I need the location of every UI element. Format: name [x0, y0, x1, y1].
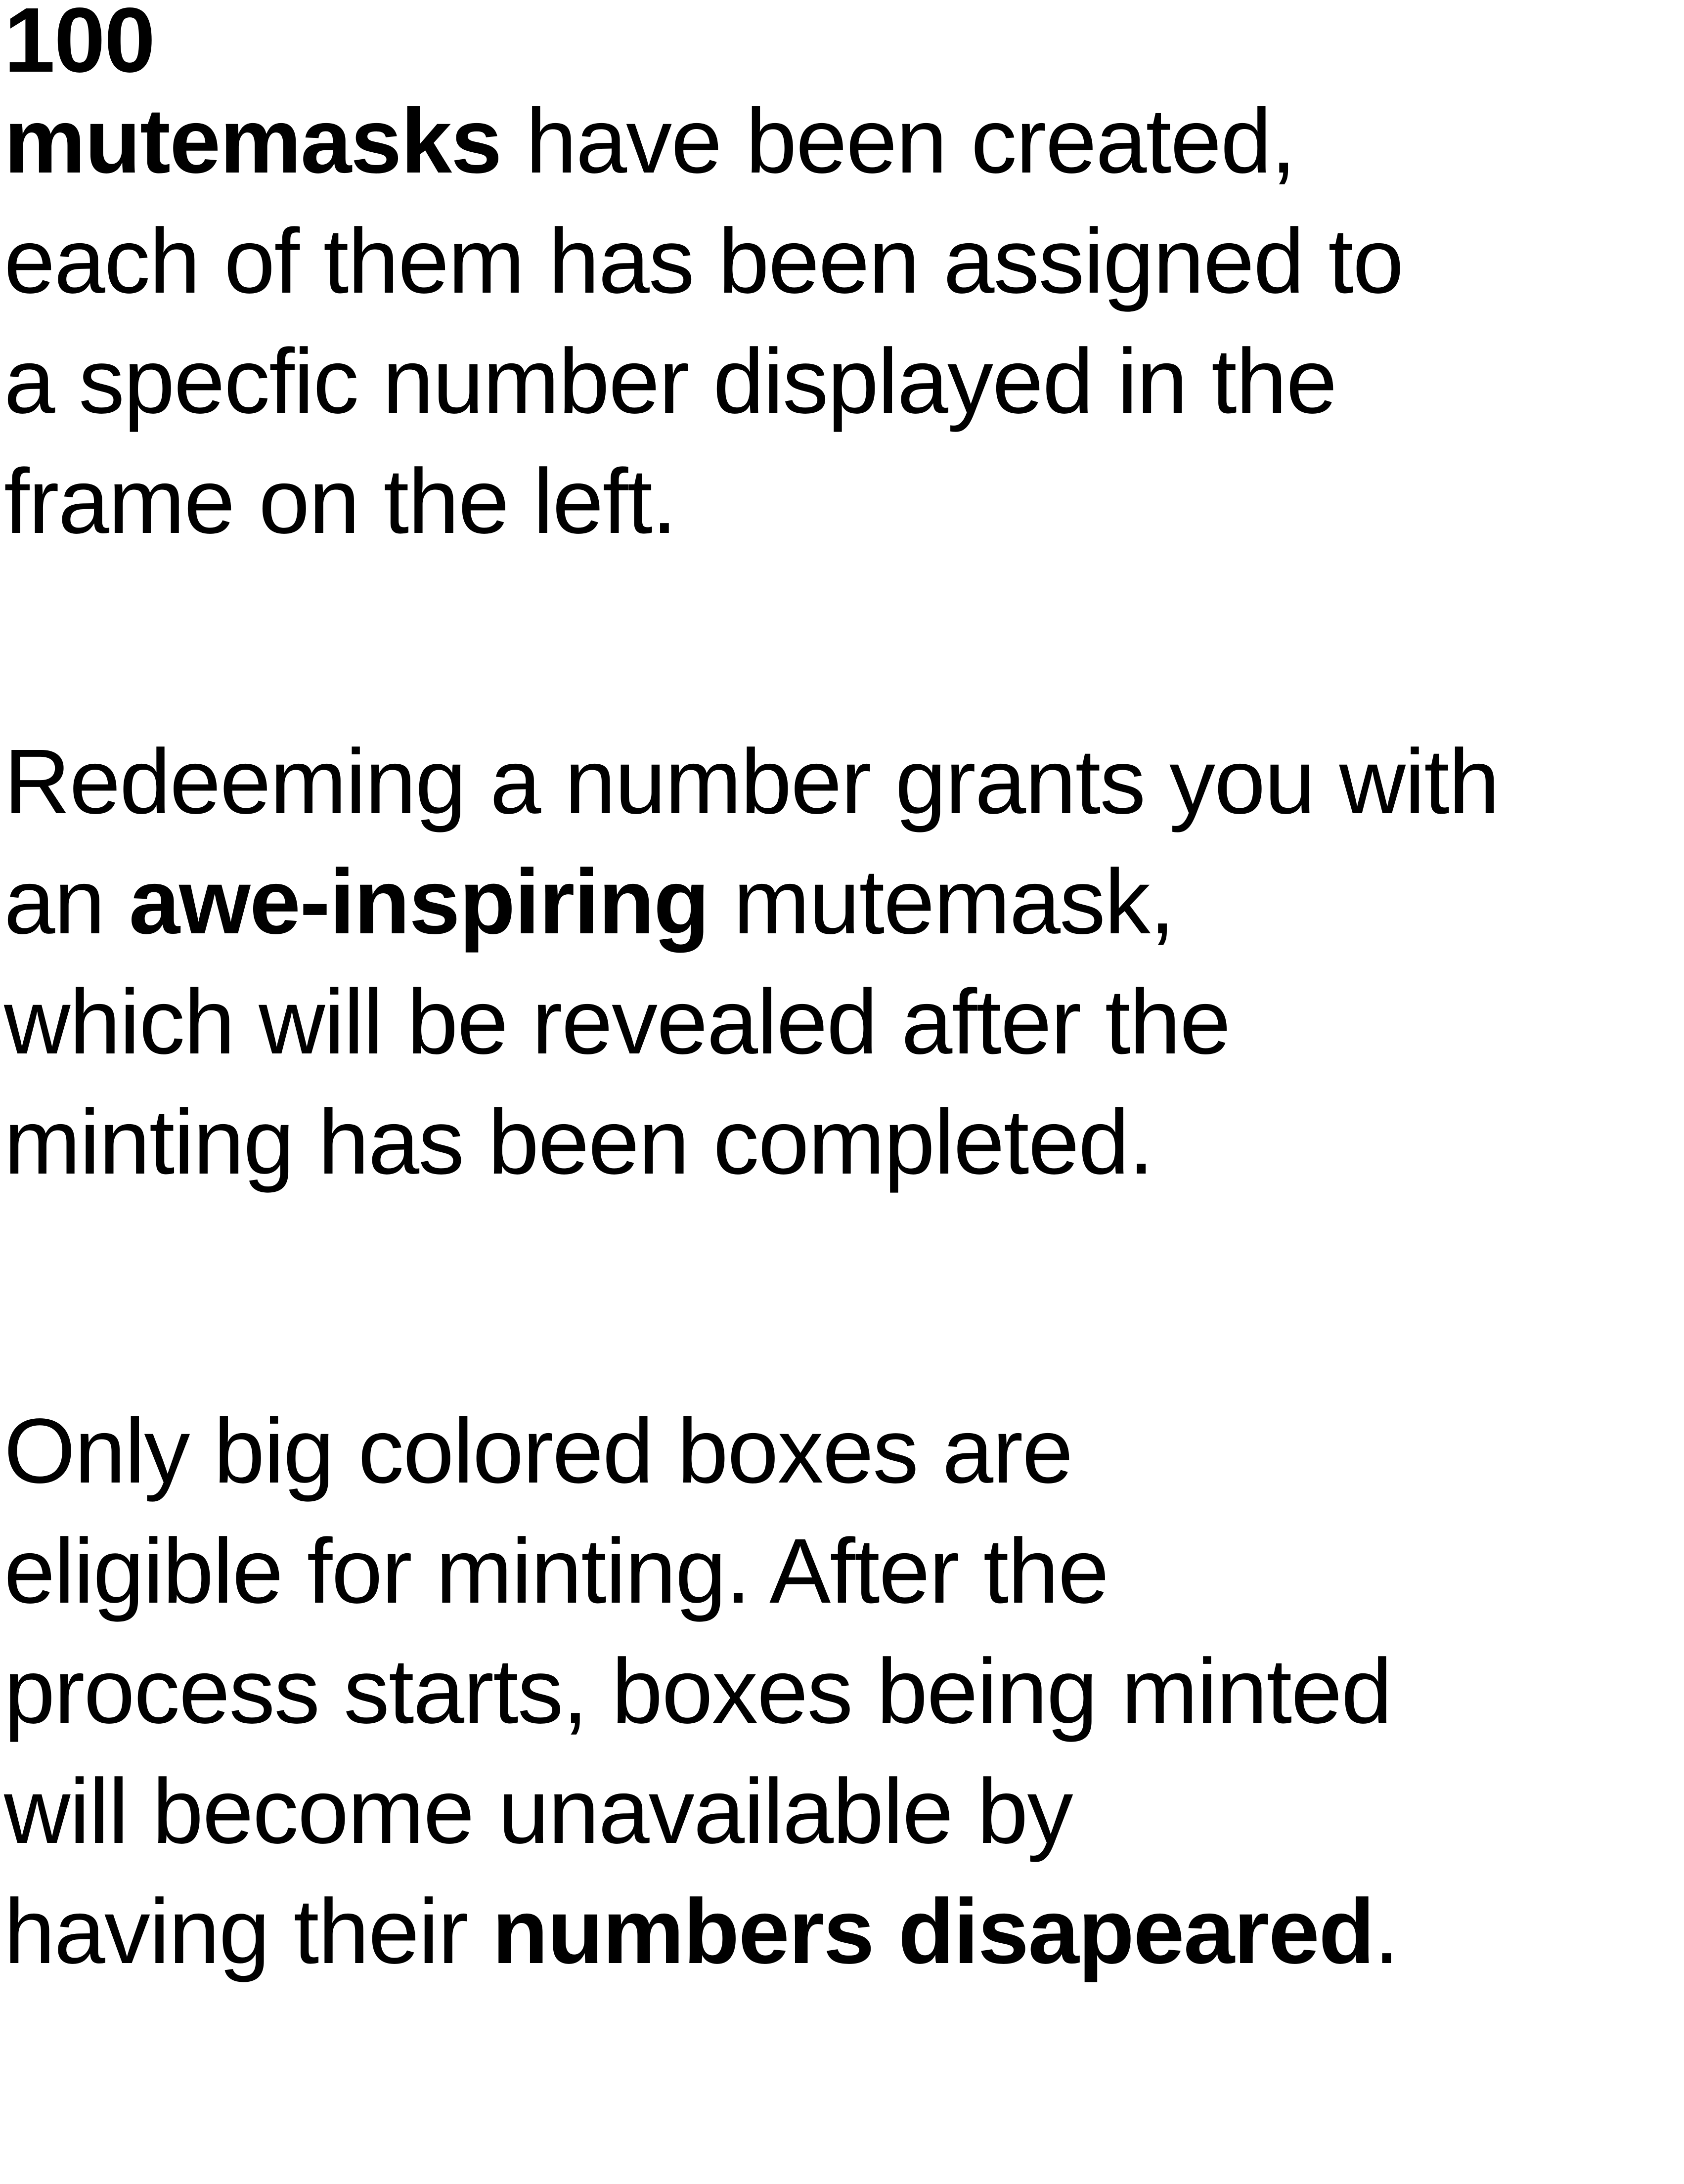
- redeem-paragraph: Redeeming a number grants you with an aw…: [4, 722, 1680, 1202]
- redeem-line-2-post: mutemask,: [709, 851, 1175, 953]
- eligibility-line-4: will become unavailable by: [4, 1760, 1073, 1863]
- subject-term: mutemasks: [4, 90, 502, 192]
- intro-line-4: frame on the left.: [4, 450, 677, 553]
- intro-line-1-text: have been created,: [501, 90, 1296, 192]
- intro-paragraph: 100 mutemasks have been created, each of…: [4, 0, 1680, 562]
- redeem-line-4: minting has been completed.: [4, 1091, 1154, 1193]
- intro-line-3: a specfic number displayed in the: [4, 330, 1337, 433]
- eligibility-line-3: process starts, boxes being minted: [4, 1640, 1392, 1743]
- redeem-line-1: Redeeming a number grants you with: [4, 731, 1500, 833]
- eligibility-line-2: eligible for minting. After the: [4, 1520, 1109, 1622]
- intro-line-2: each of them has been assigned to: [4, 210, 1404, 312]
- eligibility-line-5-post: .: [1374, 1880, 1400, 1983]
- mask-count: 100: [4, 0, 155, 91]
- eligibility-line-1: Only big colored boxes are: [4, 1400, 1073, 1502]
- eligibility-line-5-pre: having their: [4, 1880, 492, 1983]
- eligibility-paragraph: Only big colored boxes are eligible for …: [4, 1391, 1680, 1992]
- highlight-numbers-disapeared: numbers disapeared: [492, 1880, 1374, 1983]
- info-page: 100 mutemasks have been created, each of…: [0, 0, 1684, 2184]
- highlight-awe-inspiring: awe-inspiring: [129, 851, 710, 953]
- redeem-line-3: which will be revealed after the: [4, 971, 1231, 1073]
- intro-line-1: mutemasks have been created,: [4, 81, 1680, 201]
- redeem-line-2: an awe-inspiring mutemask,: [4, 842, 1680, 962]
- eligibility-line-5: having their numbers disapeared.: [4, 1872, 1680, 1992]
- redeem-line-2-pre: an: [4, 851, 129, 953]
